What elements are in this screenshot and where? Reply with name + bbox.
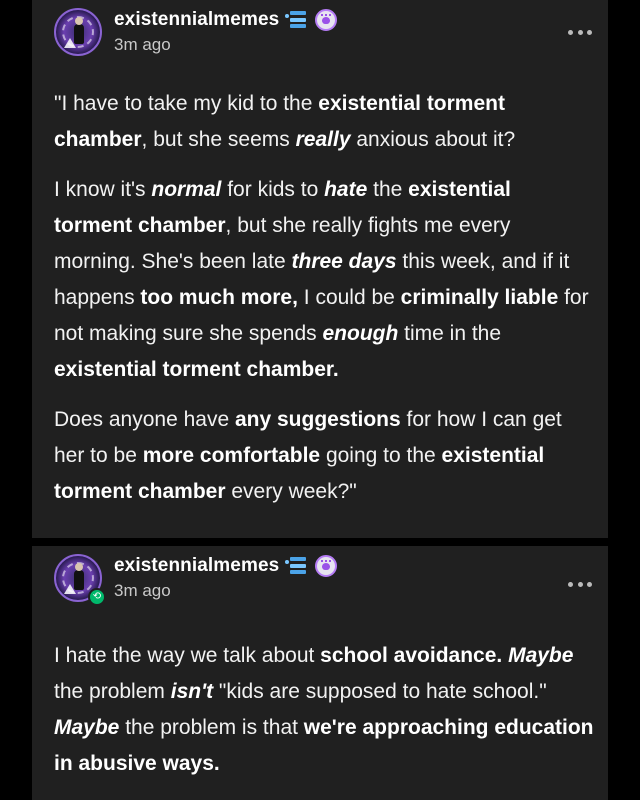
fish-badge-icon[interactable] — [285, 557, 309, 575]
paw-badge-icon[interactable] — [315, 9, 338, 31]
post-header: ⟲ existennialmemes 3m ago — [54, 554, 338, 606]
post-paragraph: "I have to take my kid to the existentia… — [54, 86, 594, 158]
text-run: the problem — [54, 680, 171, 703]
text-run: more comfortable — [142, 444, 321, 467]
text-run: really — [295, 128, 351, 151]
post-paragraph: I hate the way we talk about school avoi… — [54, 638, 594, 782]
text-run: time in the — [398, 322, 502, 345]
text-run: I could be — [297, 286, 401, 309]
post-card-reblog: ⟲ existennialmemes 3m ago I hate the way… — [32, 546, 608, 800]
text-run: , but she seems — [141, 128, 296, 151]
post-body: I hate the way we talk about school avoi… — [54, 638, 594, 796]
username-link[interactable]: existennialmemes — [114, 9, 279, 31]
text-run: normal — [151, 178, 222, 201]
text-run: every week?" — [225, 480, 357, 503]
avatar[interactable] — [54, 8, 102, 56]
more-options-icon[interactable] — [568, 28, 592, 36]
text-run: Maybe — [54, 716, 120, 739]
text-run: I know it's — [54, 178, 152, 201]
text-run: three days — [291, 250, 397, 273]
username-link[interactable]: existennialmemes — [114, 555, 279, 577]
text-run: I hate the way we talk about — [54, 644, 321, 667]
post-timestamp: 3m ago — [114, 35, 171, 54]
text-run: the problem is that — [119, 716, 304, 739]
post-meta: existennialmemes 3m ago — [114, 555, 338, 601]
text-run: any suggestions — [234, 408, 401, 431]
post-meta: existennialmemes 3m ago — [114, 9, 338, 55]
text-run: "kids are supposed to hate school." — [213, 680, 547, 703]
post-paragraph: Does anyone have any suggestions for how… — [54, 402, 594, 510]
text-run: enough — [322, 322, 399, 345]
text-run: too much more, — [140, 286, 298, 309]
text-run: hate — [324, 178, 368, 201]
text-run: Maybe — [508, 644, 574, 667]
text-run: existential torment chamber. — [54, 358, 339, 381]
text-run: criminally liable — [400, 286, 559, 309]
reblog-icon: ⟲ — [88, 588, 106, 606]
post-paragraph: I know it's normal for kids to hate the … — [54, 172, 594, 388]
text-run: Does anyone have — [54, 408, 235, 431]
text-run: school avoidance. — [320, 644, 503, 667]
post-card-original: existennialmemes 3m ago "I have to take … — [32, 0, 608, 538]
paw-badge-icon[interactable] — [315, 555, 338, 577]
text-run: for kids to — [221, 178, 325, 201]
post-header: existennialmemes 3m ago — [54, 8, 338, 56]
text-run: going to the — [320, 444, 442, 467]
post-body: "I have to take my kid to the existentia… — [54, 86, 594, 524]
text-run: isn't — [170, 680, 214, 703]
text-run: anxious about it? — [350, 128, 516, 151]
text-run: the — [367, 178, 409, 201]
more-options-icon[interactable] — [568, 580, 592, 588]
post-timestamp: 3m ago — [114, 581, 171, 600]
text-run: "I have to take my kid to the — [54, 92, 319, 115]
fish-badge-icon[interactable] — [285, 11, 309, 29]
